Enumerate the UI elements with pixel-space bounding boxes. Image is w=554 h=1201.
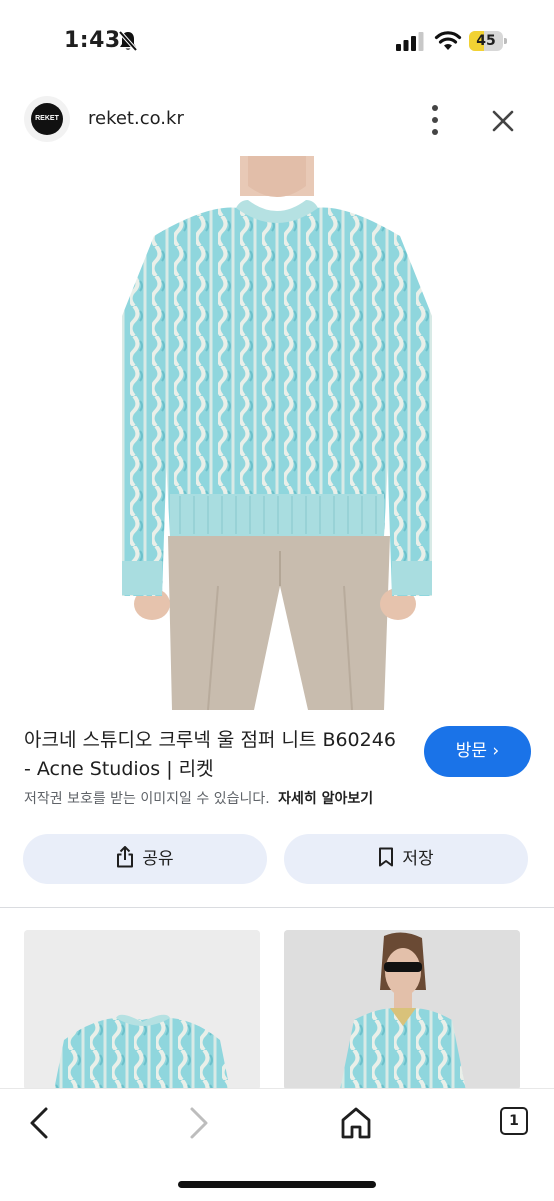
tab-count: 1: [500, 1107, 528, 1135]
battery-icon: 45: [469, 31, 509, 51]
save-button[interactable]: 저장: [284, 834, 528, 884]
section-divider: [0, 907, 554, 908]
bell-slash-icon: [118, 30, 138, 52]
copyright-note: 저작권 보호를 받는 이미지일 수 있습니다. 자세히 알아보기: [24, 788, 373, 808]
product-image[interactable]: [108, 156, 446, 710]
tabs-button[interactable]: 1: [498, 1105, 530, 1137]
site-domain[interactable]: reket.co.kr: [88, 108, 184, 129]
product-title[interactable]: 아크네 스튜디오 크루넥 울 점퍼 니트 B60246 - Acne Studi…: [24, 726, 404, 784]
status-bar: 1:43 45: [0, 0, 554, 80]
related-image-2[interactable]: [284, 930, 520, 1090]
bookmark-icon: [379, 847, 394, 867]
wifi-icon: [434, 31, 462, 50]
copyright-text: 저작권 보호를 받는 이미지일 수 있습니다.: [24, 791, 270, 807]
related-photo-1: [24, 930, 260, 1090]
share-label: 공유: [142, 849, 174, 869]
site-logo-text: REKET: [31, 103, 63, 135]
share-icon: [117, 846, 134, 868]
learn-more-link[interactable]: 자세히 알아보기: [278, 791, 373, 807]
related-image-1[interactable]: [24, 930, 260, 1090]
visit-button[interactable]: 방문 ›: [424, 726, 531, 777]
product-photo: [122, 156, 432, 710]
site-logo[interactable]: REKET: [24, 96, 70, 142]
home-icon[interactable]: [336, 1103, 376, 1143]
status-time: 1:43: [64, 28, 121, 53]
related-photo-2: [284, 930, 520, 1090]
back-icon[interactable]: [22, 1105, 58, 1141]
cellular-signal-icon: [396, 32, 424, 51]
battery-nub: [504, 38, 507, 44]
share-button[interactable]: 공유: [23, 834, 267, 884]
home-indicator: [178, 1181, 376, 1188]
site-header: REKET reket.co.kr: [0, 90, 554, 150]
battery-level: 45: [476, 33, 496, 49]
battery-body: 45: [469, 31, 503, 51]
more-options-icon[interactable]: [420, 100, 450, 140]
save-label: 저장: [402, 849, 434, 869]
close-icon[interactable]: [486, 104, 520, 138]
forward-icon[interactable]: [180, 1105, 216, 1141]
